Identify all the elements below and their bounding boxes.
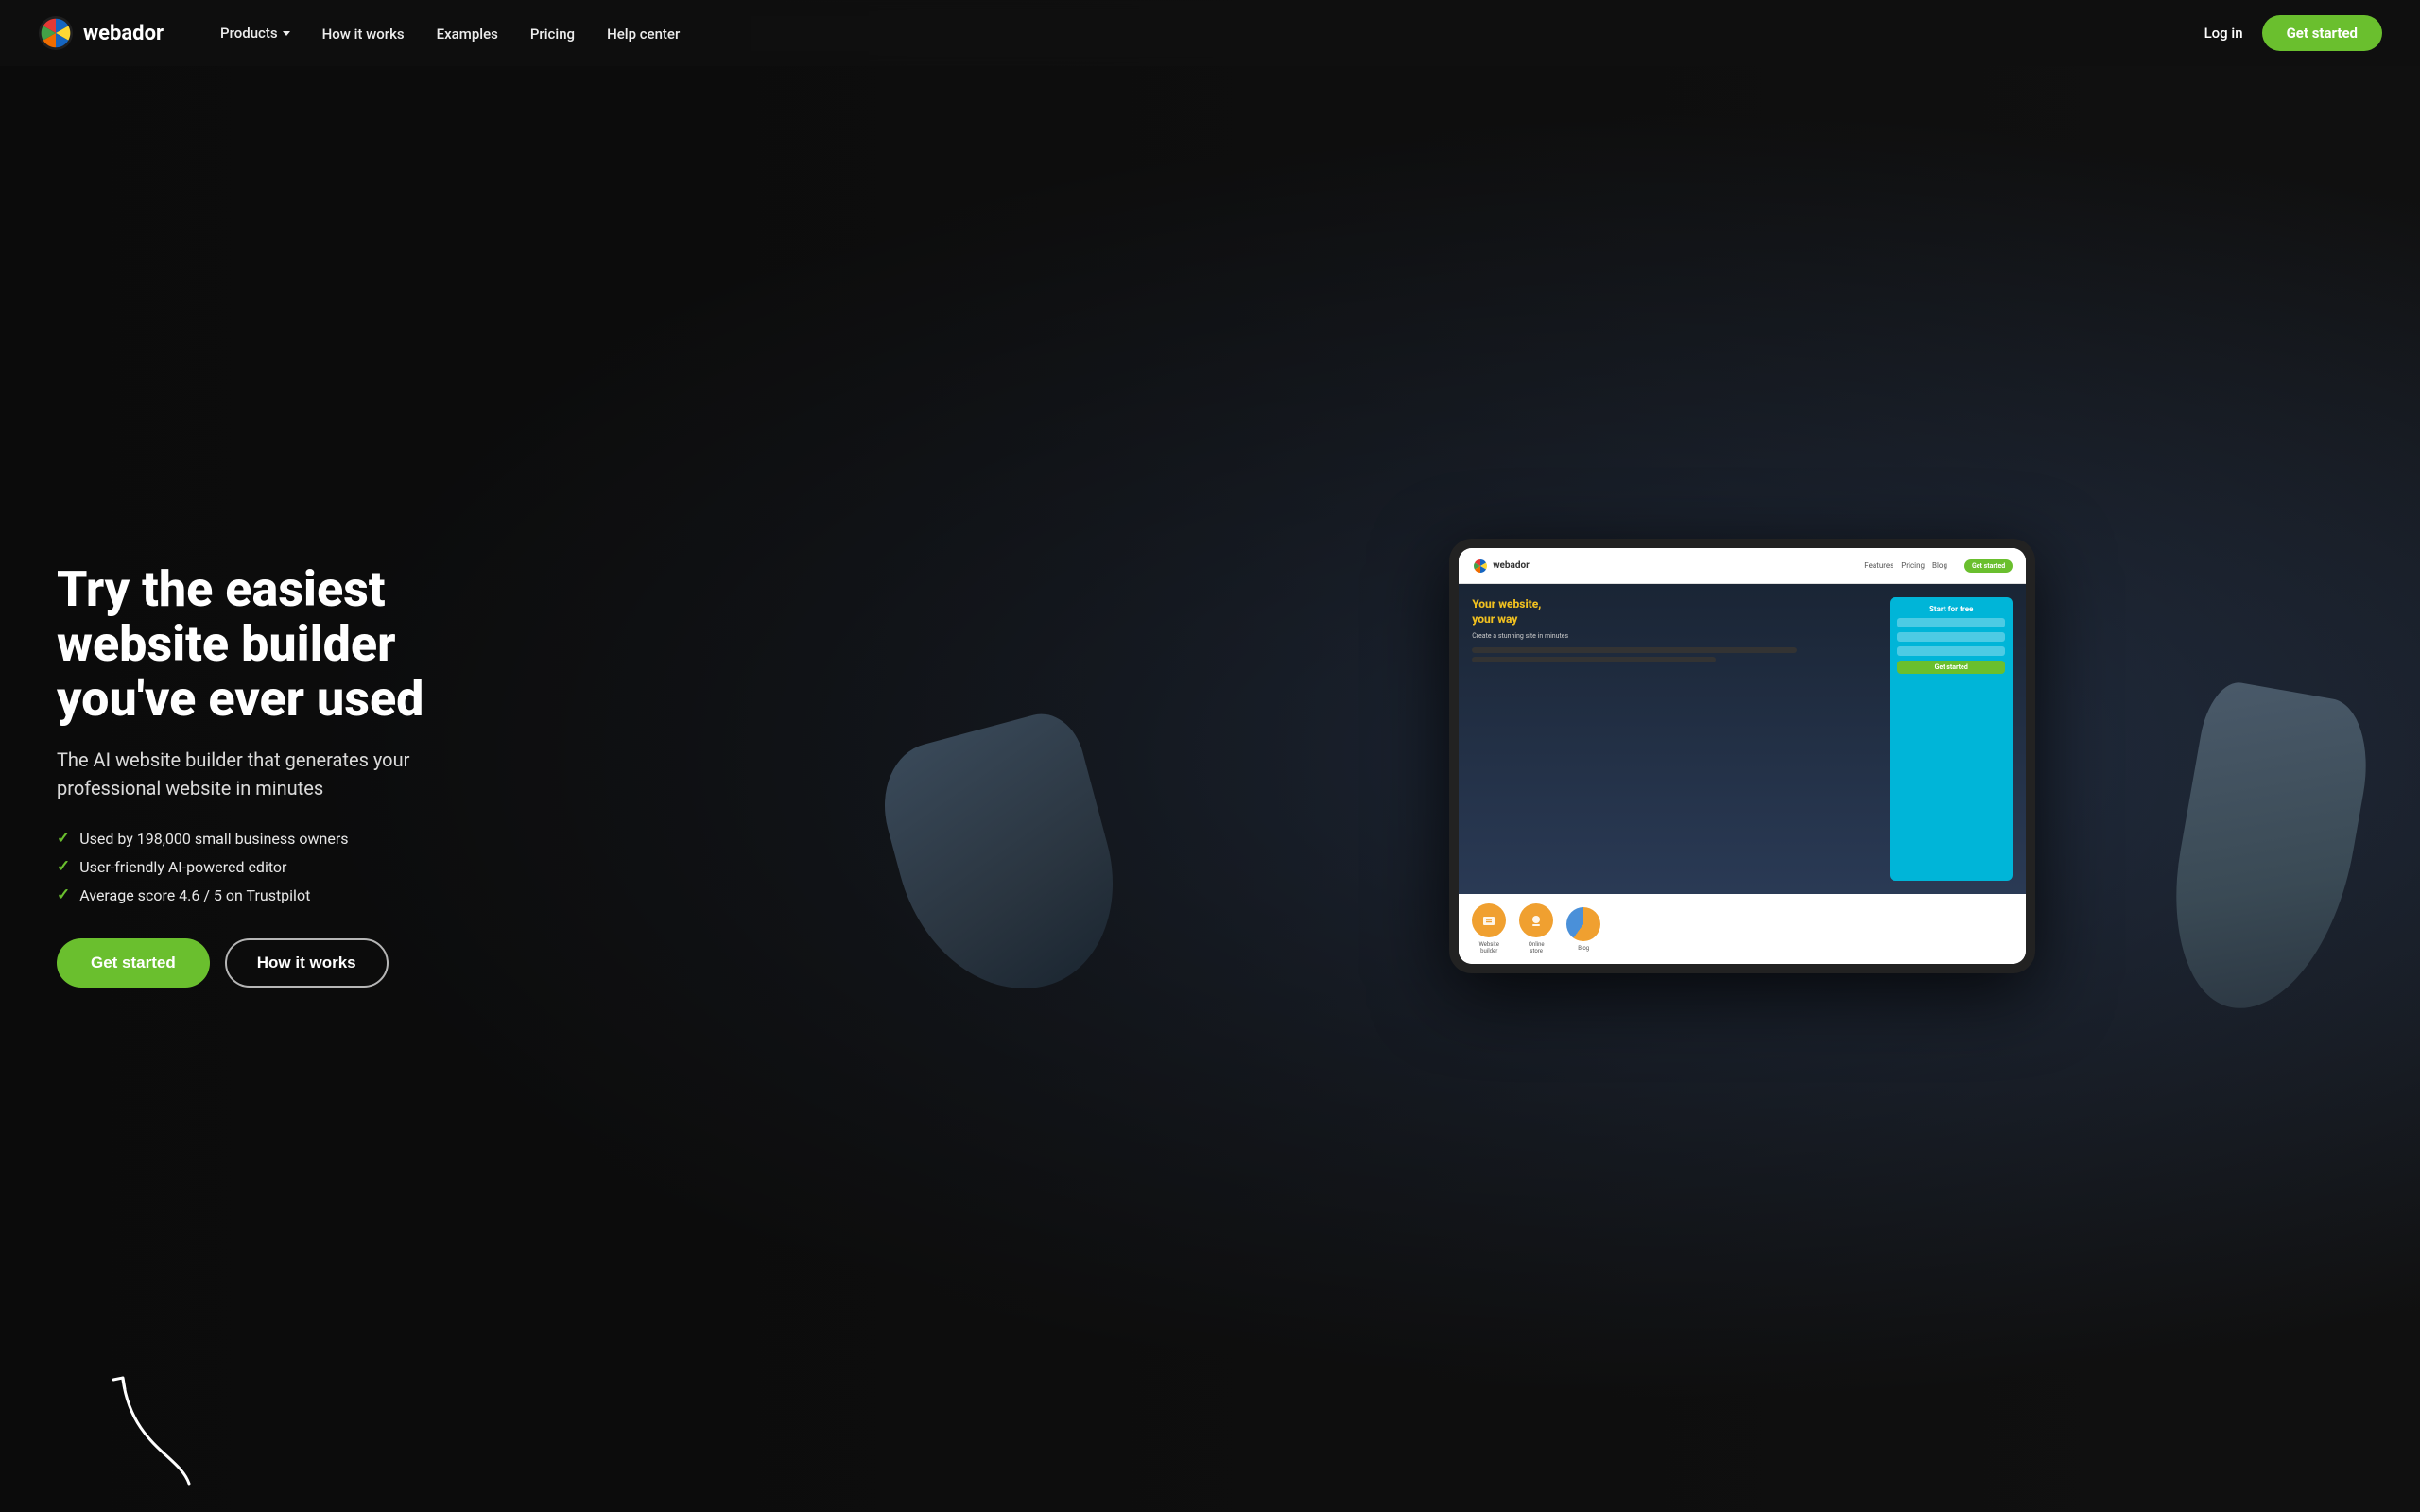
nav-products[interactable]: Products [220,25,290,42]
tablet-hero-subtitle: Create a stunning site in minutes [1472,632,1878,640]
brand-name: webador [83,22,164,45]
hero-content: Try the easiest website builder you've e… [0,524,586,988]
hero-title: Try the easiest website builder you've e… [57,562,529,728]
hero-how-it-works-button[interactable]: How it works [225,938,389,988]
hero-check-text-2: User-friendly AI-powered editor [79,858,286,876]
tablet-icon-svg-2 [1528,912,1545,929]
tablet-logo-icon [1472,558,1489,575]
tablet-icon-svg-1 [1480,912,1497,929]
navbar: webador Products How it works Examples P… [0,0,2420,66]
hero-get-started-button[interactable]: Get started [57,938,210,988]
tablet-device: webador Features Pricing Blog Get starte… [1449,539,2035,973]
nav-examples[interactable]: Examples [437,26,498,43]
tablet-logo: webador [1472,558,1530,575]
nav-help-center[interactable]: Help center [607,26,680,43]
check-icon-2: ✓ [57,857,70,876]
tablet-screen: webador Features Pricing Blog Get starte… [1459,548,2026,964]
tablet-nav-links: Features Pricing Blog [1864,561,1947,570]
tablet-nav: webador Features Pricing Blog Get starte… [1459,548,2026,584]
hero-check-1: ✓ Used by 198,000 small business owners [57,829,529,848]
tablet-hero: Your website,your way Create a stunning … [1459,584,2026,894]
hero-check-text-3: Average score 4.6 / 5 on Trustpilot [79,886,310,904]
tablet-bar-2 [1472,657,1716,662]
tablet-bar-1 [1472,647,1797,653]
hero-arrow [104,1361,217,1493]
hero-check-3: ✓ Average score 4.6 / 5 on Trustpilot [57,885,529,904]
tablet-brand-name: webador [1493,560,1530,571]
login-button[interactable]: Log in [2204,25,2243,42]
hand-right [2155,678,2378,1023]
tablet-icon-2: Onlinestore [1519,903,1553,954]
tablet-circle-2 [1519,903,1553,937]
tablet-circle-3 [1566,907,1600,941]
nav-how-it-works[interactable]: How it works [322,26,405,43]
chevron-down-icon [283,31,290,36]
nav-pricing[interactable]: Pricing [530,26,575,43]
nav-get-started-button[interactable]: Get started [2262,15,2382,51]
tablet-hero-title: Your website,your way [1472,597,1878,627]
hero-check-2: ✓ User-friendly AI-powered editor [57,857,529,876]
tablet-circle-1 [1472,903,1506,937]
tablet-hero-left: Your website,your way Create a stunning … [1472,597,1878,881]
tablet-bottom: Websitebuilder Onlinestore [1459,894,2026,964]
logo-link[interactable]: webador [38,15,164,51]
hero-check-text-1: Used by 198,000 small business owners [79,830,348,848]
hero-section: webador Features Pricing Blog Get starte… [0,0,2420,1512]
nav-links: Products How it works Examples Pricing H… [220,25,680,43]
tablet-cta-box: Start for free Get started [1890,597,2013,881]
check-icon-1: ✓ [57,829,70,848]
hero-checklist: ✓ Used by 198,000 small business owners … [57,829,529,904]
tablet-icon-1: Websitebuilder [1472,903,1506,954]
tablet-illustration: webador Features Pricing Blog Get starte… [1016,539,2420,973]
check-icon-3: ✓ [57,885,70,904]
webador-logo-icon [38,15,74,51]
tablet-icon-3: Blog [1566,907,1600,952]
tablet-cta-nav: Get started [1964,559,2013,573]
hero-subtitle: The AI website builder that generates yo… [57,746,510,802]
nav-right: Log in Get started [2204,15,2382,51]
hero-buttons: Get started How it works [57,938,529,988]
